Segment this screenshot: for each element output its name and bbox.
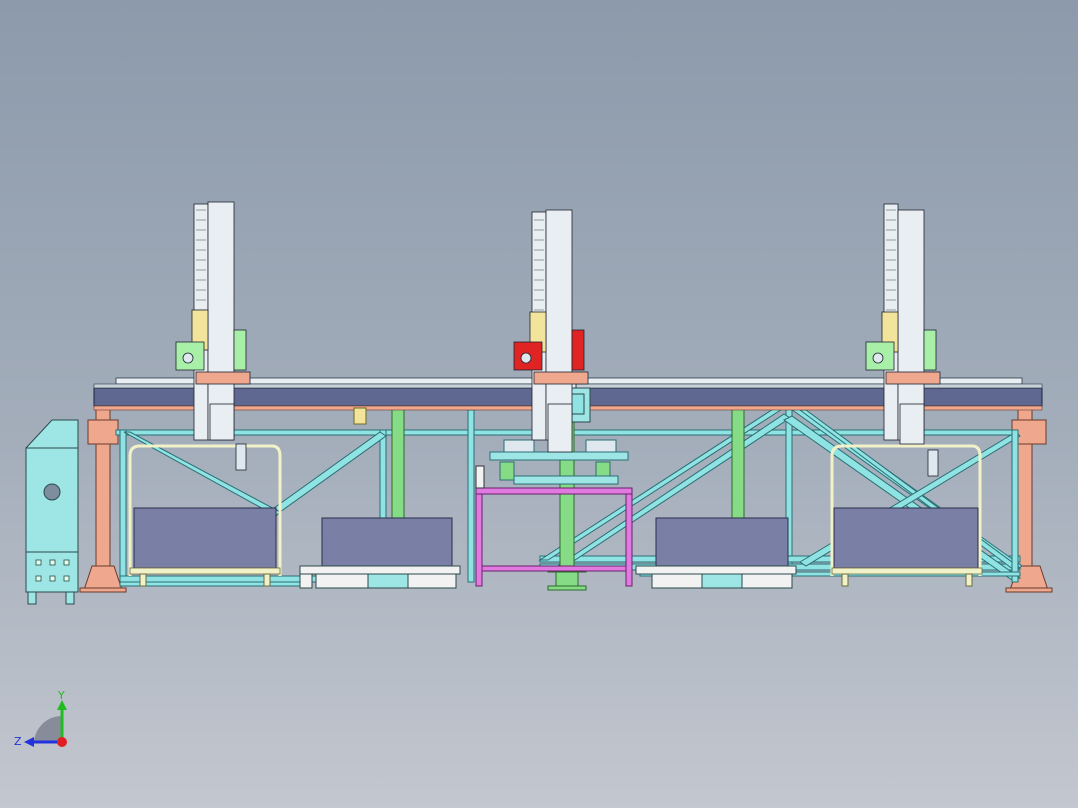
pallet-box-right-center: [635, 517, 797, 589]
axis-triad-icon: Y Z: [14, 689, 67, 748]
pallet-box-left-center: [299, 517, 461, 589]
left-pallet-station: [128, 444, 282, 587]
cad-viewport[interactable]: Y Z: [0, 0, 1078, 808]
electrical-cabinet: [25, 419, 79, 605]
axis-y-label: Y: [57, 689, 65, 702]
cabinet-knob-icon: [43, 483, 61, 501]
axis-z-label: Z: [14, 735, 22, 748]
